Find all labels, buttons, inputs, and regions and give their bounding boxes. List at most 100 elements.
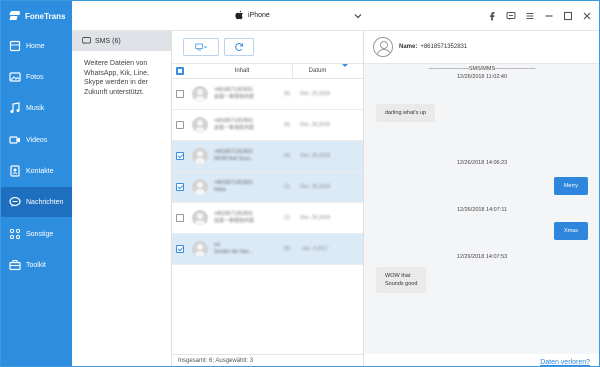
contact-avatar [192,210,208,226]
feedback-icon[interactable] [506,11,516,21]
thread-divider: ----------------------SMS/MMS-----------… [428,66,536,72]
facebook-icon[interactable] [487,11,497,21]
row-checkbox[interactable] [176,245,184,253]
row-date: Dec. 26,2018 [300,184,330,190]
sidebar-item-label: Toolkit [26,261,46,269]
row-text: xxl Sender der Nac... [214,242,254,255]
title-bar: iPhone [72,1,599,31]
message-timestamp: 12/26/2018 11:02:40 [456,74,508,80]
chevron-down-icon[interactable] [353,11,363,21]
category-header-label: SMS (6) [95,37,121,45]
refresh-button[interactable] [224,38,254,56]
message-timestamp: 12/26/2018 14:07:11 [456,207,508,213]
close-icon[interactable] [582,11,592,21]
column-header-content[interactable]: Inhalt [192,68,292,74]
row-date: Dec. 26,2018 [300,153,330,159]
minimize-icon[interactable] [544,11,554,21]
row-text: +8618571352831 这是一条消息内容 [214,118,255,131]
contact-avatar [192,241,208,257]
message-bubble-outgoing: Xmas [553,222,588,240]
message-icon [9,196,21,208]
home-icon [9,40,21,52]
sidebar-item-label: Home [26,42,45,50]
export-device-icon [195,43,207,51]
sidebar-item-label: Musik [26,104,45,112]
conversation-header: Name: +8618571352831 [364,31,599,63]
message-timestamp: 12/26/2018 14:07:53 [456,254,508,260]
row-text: +8618571352831 这是一条短信内容 [214,211,255,224]
row-count: (1) [283,215,291,221]
row-text: +8618571352831 WOW that Soun... [214,149,255,162]
data-lost-link[interactable]: Daten verloren? [540,359,590,366]
category-sms[interactable]: SMS (6) [72,31,171,51]
row-checkbox[interactable] [176,152,184,160]
sidebar-item-sonstige[interactable]: Sonstige [1,219,72,249]
column-header-date[interactable]: Datum [292,63,348,79]
sidebar-item-label: Kontakte [26,167,54,175]
contact-icon [9,165,21,177]
sidebar-item-fotos[interactable]: Fotos [1,62,72,92]
row-count: (8) [283,246,291,252]
row-count: (4) [283,153,291,159]
video-icon [9,134,21,146]
maximize-icon[interactable] [563,11,573,21]
table-row[interactable]: xxl Sender der Nac... (8) Jan. 4,2017 [172,234,363,265]
refresh-icon [235,42,243,51]
message-bubble-incoming: darling what's up [376,104,436,122]
message-list-panel: Inhalt Datum +8618571352831 这是一条短信内容 (6) … [172,31,364,366]
message-thread: ----------------------SMS/MMS-----------… [364,63,599,354]
list-toolbar [172,31,363,63]
message-bubble-outgoing: Merry [553,177,588,195]
contact-name: Name: +8618571352831 [399,44,468,50]
toolkit-icon [9,259,21,271]
message-bubble-incoming: WOW that Sounds good [376,267,427,293]
row-date: Dec. 26,2018 [300,91,330,97]
sidebar-item-kontakte[interactable]: Kontakte [1,156,72,186]
photo-icon [9,71,21,83]
sidebar-item-home[interactable]: Home [1,31,72,61]
sidebar-item-toolkit[interactable]: Toolkit [1,250,72,280]
select-all-checkbox[interactable] [176,67,184,75]
sort-icon [342,64,348,67]
sidebar-item-musik[interactable]: Musik [1,93,72,123]
sidebar-item-nachrichten[interactable]: Nachrichten [1,187,72,217]
table-row[interactable]: +8618571352831 WOW that Soun... (4) Dec. … [172,141,363,172]
music-icon [9,102,21,114]
row-count: (6) [283,91,291,97]
list-status: Insgesamt: 6; Ausgewählt: 3 [172,354,364,366]
row-text: +8618571352831 Haha [214,180,254,193]
sidebar-item-label: Fotos [26,73,44,81]
window-controls [487,11,592,21]
table-row[interactable]: +8618571352831 Haha (1) Dec. 26,2018 [172,172,363,203]
sidebar-item-label: Videos [26,136,48,144]
contact-avatar [373,37,393,57]
row-text: +8618571352831 这是一条短信内容 [214,87,255,100]
category-note: Weitere Dateien von WhatsApp, Kik, Line,… [84,60,149,96]
row-checkbox[interactable] [176,121,184,129]
contact-avatar [192,117,208,133]
table-row[interactable]: +8618571352831 这是一条消息内容 (4) Dec. 26,2018 [172,110,363,141]
app-window: FoneTrans Home Fotos Musik Videos Kontak… [0,0,600,367]
menu-icon[interactable] [525,11,535,21]
export-to-device-button[interactable] [183,38,219,56]
table-row[interactable]: +8618571352831 这是一条短信内容 (6) Dec. 26,2018 [172,79,363,110]
row-checkbox[interactable] [176,183,184,191]
row-checkbox[interactable] [176,214,184,222]
conversation-panel: Name: +8618571352831 --------------------… [364,31,599,366]
sidebar-item-label: Nachrichten [26,198,64,206]
other-icon [9,228,21,240]
sidebar-item-videos[interactable]: Videos [1,125,72,155]
row-checkbox[interactable] [176,90,184,98]
row-count: (1) [283,184,291,190]
device-selector[interactable]: iPhone [235,10,270,20]
contact-avatar [192,148,208,164]
message-timestamp: 12/26/2018 14:06:23 [456,160,508,166]
fonetrans-logo-icon [9,10,21,22]
table-row[interactable]: +8618571352831 这是一条短信内容 (1) Dec. 26,2018 [172,203,363,234]
sidebar-item-label: Sonstige [26,230,54,238]
apple-icon [235,10,243,20]
row-count: (4) [283,122,291,128]
sms-icon [82,37,91,45]
category-panel: SMS (6) Weitere Dateien von WhatsApp, Ki… [72,31,172,366]
app-brand: FoneTrans [1,1,72,31]
